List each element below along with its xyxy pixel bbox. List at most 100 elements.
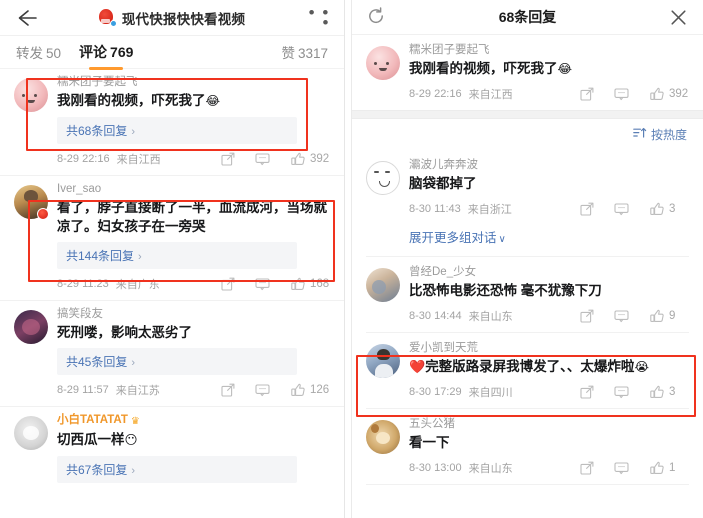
reply-text-body: 我刚看的视频，吓死我了 (409, 61, 558, 76)
share-icon[interactable] (579, 87, 594, 102)
comment-icon[interactable] (614, 309, 629, 324)
comment-icon[interactable] (614, 87, 629, 102)
reply-location: 来自四川 (468, 387, 513, 399)
reply-text-body: 脑袋都掉了 (409, 176, 477, 191)
reply-item-root[interactable]: 糯米团子要起飞 我刚看的视频，吓死我了😂 (352, 35, 703, 80)
close-icon[interactable] (667, 6, 689, 28)
tab-reposts[interactable]: 转发 50 (16, 42, 61, 62)
view-replies-button[interactable]: 共45条回复 › (57, 348, 298, 375)
view-replies-label: 共68条回复 (66, 124, 128, 138)
comment-icon[interactable] (614, 385, 629, 400)
share-icon[interactable] (579, 309, 594, 324)
share-icon[interactable] (220, 277, 235, 292)
reply-username[interactable]: 灞波儿奔奔波 (409, 158, 689, 173)
comment-text-body: 切西瓜一样 (57, 432, 125, 447)
comment-username[interactable]: 糯米团子要起飞 (57, 75, 330, 90)
like-button[interactable]: 3 (649, 202, 689, 217)
view-replies-label: 共144条回复 (66, 249, 135, 263)
avatar-wrap[interactable] (14, 416, 48, 450)
comment-text-body: 看了，脖子直接断了一半，血流成河，当场就凉了。妇女孩子在一旁哭 (57, 200, 327, 234)
like-count: 126 (310, 384, 330, 396)
comment-item[interactable]: 糯米团子要起飞 我刚看的视频，吓死我了😂 共68条回复 › (0, 69, 344, 144)
like-button[interactable]: 392 (649, 87, 689, 102)
reply-meta-row: 8-30 11:43 来自浙江 3 (352, 195, 703, 225)
comment-username[interactable]: 小白TATATAT ♛ (57, 413, 330, 429)
avatar-wrap[interactable] (14, 185, 49, 220)
thumbs-up-icon (290, 383, 305, 398)
reply-divider (366, 484, 689, 485)
reply-username[interactable]: 糯米团子要起飞 (409, 43, 689, 58)
reply-text: 脑袋都掉了 (409, 173, 689, 193)
tab-reposts-label: 转发 (16, 46, 43, 61)
reply-username[interactable]: 曾经De_少女 (409, 265, 689, 280)
view-replies-button[interactable]: 共144条回复 › (57, 242, 298, 269)
crown-badge-icon: ♛ (130, 416, 140, 427)
comment-location: 来自江苏 (115, 385, 160, 397)
comment-icon[interactable] (255, 383, 270, 398)
share-icon[interactable] (220, 383, 235, 398)
like-button[interactable]: 1 (649, 461, 689, 476)
like-count: 3 (669, 203, 676, 215)
comment-meta-row: 8-29 11:23 来自广东 168 (0, 269, 344, 301)
comment-meta-row: 8-29 11:57 来自江苏 126 (0, 375, 344, 407)
avatar-wrap[interactable] (366, 420, 400, 454)
chevron-down-icon: ∨ (498, 234, 506, 245)
view-replies-button[interactable]: 共68条回复 › (57, 117, 298, 144)
site-title: 现代快报快快看视频 (121, 11, 246, 27)
share-icon[interactable] (579, 461, 594, 476)
share-icon[interactable] (579, 202, 594, 217)
share-icon[interactable] (579, 385, 594, 400)
like-button[interactable]: 168 (290, 277, 330, 292)
reply-item[interactable]: 曾经De_少女 比恐怖电影还恐怖 毫不犹豫下刀 (352, 257, 703, 302)
view-replies-label: 共45条回复 (66, 355, 128, 369)
heart-emoji: ❤️ (409, 359, 426, 374)
tab-likes[interactable]: 赞 3317 (281, 42, 328, 62)
avatar-wrap[interactable] (366, 161, 400, 195)
expand-more-conversations-link[interactable]: 展开更多组对话 ∨ (352, 225, 703, 256)
avatar-wrap[interactable] (14, 310, 48, 344)
like-button[interactable]: 392 (290, 152, 330, 167)
share-icon[interactable] (220, 152, 235, 167)
reply-text: 比恐怖电影还恐怖 毫不犹豫下刀 (409, 280, 689, 300)
chevron-right-icon: › (131, 465, 136, 477)
right-panel-replies: 68条回复 糯米团子要起飞 我刚看的视频，吓死我了😂 8-29 22:16 来自… (352, 0, 703, 518)
reply-username[interactable]: 爱小凯到天荒 (409, 341, 689, 356)
comment-text: 切西瓜一样😶 (57, 429, 330, 450)
reply-meta-row: 8-30 13:00 来自山东 1 (352, 454, 703, 484)
view-replies-button[interactable]: 共67条回复 › (57, 456, 298, 483)
comment-item[interactable]: 搞笑段友 死刑喽，影响太恶劣了 共45条回复 › (0, 301, 344, 375)
reply-item[interactable]: 灞波儿奔奔波 脑袋都掉了 (352, 150, 703, 195)
back-arrow-icon[interactable] (14, 7, 40, 29)
tab-reposts-count: 50 (46, 46, 62, 61)
avatar-wrap[interactable] (366, 268, 400, 302)
comment-username[interactable]: Iver_sao (57, 182, 330, 197)
tab-comments[interactable]: 评论 769 (79, 42, 133, 70)
comment-icon[interactable] (614, 202, 629, 217)
avatar-wrap[interactable] (366, 344, 400, 378)
reply-location: 来自山东 (468, 311, 513, 323)
refresh-icon[interactable] (366, 6, 388, 28)
reply-item[interactable]: 五头公猪 看一下 (352, 409, 703, 454)
like-button[interactable]: 3 (649, 385, 689, 400)
avatar-wrap[interactable] (14, 78, 48, 112)
more-options-icon[interactable]: • • • (304, 4, 330, 31)
reply-username[interactable]: 五头公猪 (409, 417, 689, 432)
avatar (366, 268, 400, 302)
reply-item[interactable]: 爱小凯到天荒 ❤️完整版路录屏我博发了、、太爆炸啦😭 (352, 333, 703, 378)
comment-username[interactable]: 搞笑段友 (57, 307, 330, 322)
tab-likes-label: 赞 (281, 46, 295, 61)
comment-item[interactable]: Iver_sao 看了，脖子直接断了一半，血流成河，当场就凉了。妇女孩子在一旁哭… (0, 176, 344, 269)
comment-item[interactable]: 小白TATATAT ♛ 切西瓜一样😶 共67条回复 › (0, 407, 344, 483)
comment-icon[interactable] (255, 277, 270, 292)
like-button[interactable]: 9 (649, 309, 689, 324)
like-count: 392 (669, 88, 689, 100)
comment-icon[interactable] (255, 152, 270, 167)
like-count: 1 (669, 462, 676, 474)
comment-location: 来自江西 (116, 154, 161, 166)
sort-by-button[interactable]: 按热度 (633, 126, 687, 144)
reply-meta-row: 8-30 17:29 来自四川 3 (352, 378, 703, 408)
comment-icon[interactable] (614, 461, 629, 476)
like-button[interactable]: 126 (290, 383, 330, 398)
site-identity[interactable]: 现代快报快快看视频 (40, 8, 304, 28)
avatar-wrap[interactable] (366, 46, 400, 80)
